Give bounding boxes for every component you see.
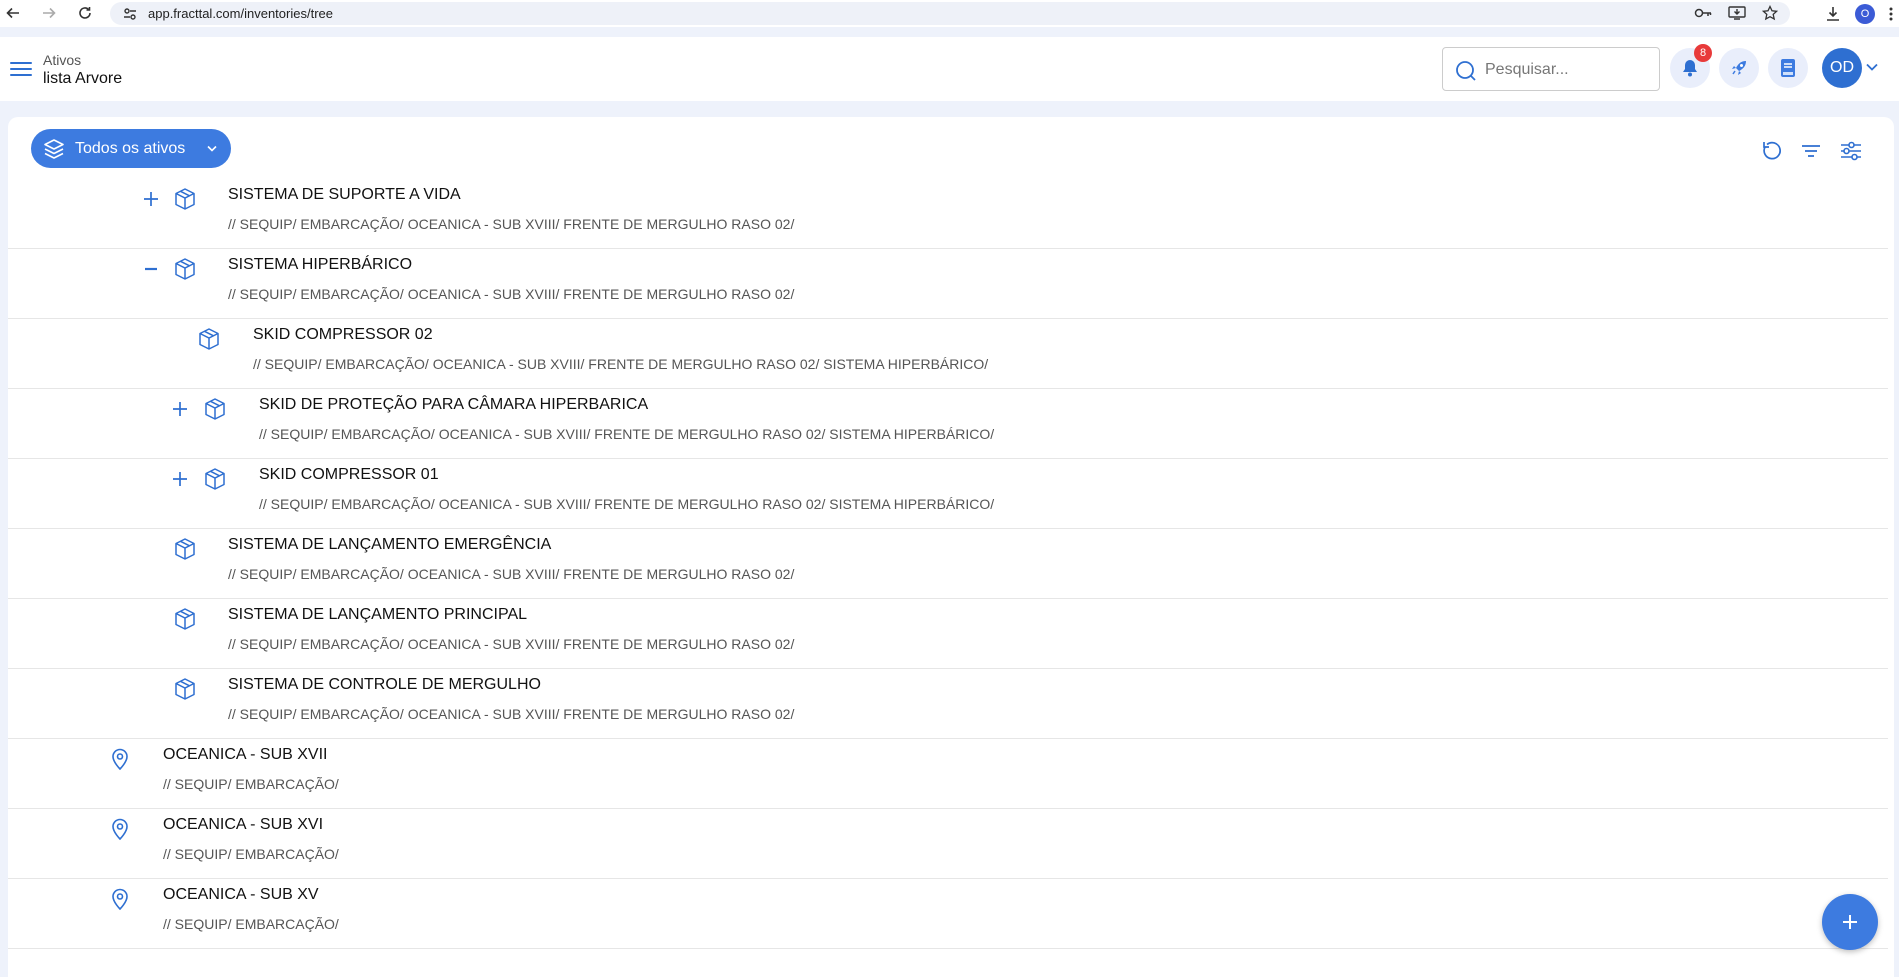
site-settings-icon[interactable] (122, 6, 138, 22)
tree-row[interactable]: OCEANICA - SUB XVII // SEQUIP/ EMBARCAÇÃO… (8, 739, 1888, 809)
tree-row-name: SKID COMPRESSOR 02 (253, 326, 433, 343)
tree-row[interactable]: SISTEMA DE SUPORTE A VIDA // SEQUIP/ EMBA… (8, 179, 1888, 249)
url-text: app.fracttal.com/inventories/tree (148, 6, 333, 21)
location-icon (108, 817, 132, 841)
chevron-down-icon[interactable] (1866, 63, 1878, 71)
tree-row-name: SKID COMPRESSOR 01 (259, 466, 439, 483)
expand-plus-icon[interactable] (141, 189, 161, 209)
tree-row-name: SISTEMA DE LANÇAMENTO EMERGÊNCIA (228, 536, 552, 553)
location-icon (108, 747, 132, 771)
menu-icon[interactable] (10, 59, 32, 79)
back-arrow-icon[interactable] (0, 0, 26, 26)
tree-row-name: OCEANICA - SUB XV (163, 886, 319, 903)
tree-row-path: // SEQUIP/ EMBARCAÇÃO/ OCEANICA - SUB XV… (259, 496, 995, 512)
tree-row[interactable]: SKID COMPRESSOR 01 // SEQUIP/ EMBARCAÇÃO/… (8, 459, 1888, 529)
asset-scope-label: Todos os ativos (75, 139, 186, 157)
rocket-icon (1732, 61, 1746, 75)
tree-row-path: // SEQUIP/ EMBARCAÇÃO/ (163, 916, 339, 932)
tree-row-name: OCEANICA - SUB XVI (163, 816, 324, 833)
tree-row-path: // SEQUIP/ EMBARCAÇÃO/ OCEANICA - SUB XV… (228, 706, 795, 722)
tree-row-path: // SEQUIP/ EMBARCAÇÃO/ (163, 846, 339, 862)
notifications-button[interactable]: 8 (1670, 44, 1712, 88)
install-app-icon[interactable] (1728, 5, 1746, 21)
key-icon[interactable] (1694, 5, 1712, 21)
collapse-minus-icon[interactable] (141, 259, 161, 279)
tree-row-path: // SEQUIP/ EMBARCAÇÃO/ OCEANICA - SUB XV… (228, 286, 795, 302)
tree-row-path: // SEQUIP/ EMBARCAÇÃO/ OCEANICA - SUB XV… (228, 566, 795, 582)
guide-button[interactable] (1768, 48, 1808, 88)
browser-toolbar: app.fracttal.com/inventories/tree O (0, 0, 1899, 27)
rocket-button[interactable] (1719, 48, 1759, 88)
box-icon (197, 327, 221, 351)
add-asset-button[interactable] (1822, 894, 1878, 950)
tree-row-path: // SEQUIP/ EMBARCAÇÃO/ OCEANICA - SUB XV… (253, 356, 989, 372)
box-icon (173, 677, 197, 701)
address-bar[interactable]: app.fracttal.com/inventories/tree (110, 2, 1790, 25)
tree-row-path: // SEQUIP/ EMBARCAÇÃO/ OCEANICA - SUB XV… (228, 216, 795, 232)
tree-row-name: SISTEMA DE SUPORTE A VIDA (228, 186, 461, 203)
asset-scope-dropdown[interactable]: Todos os ativos (31, 129, 231, 168)
location-icon (108, 887, 132, 911)
browser-menu-icon[interactable] (1889, 6, 1893, 22)
plus-icon (1843, 915, 1857, 929)
layers-icon (44, 138, 64, 159)
tree-row-name: SKID DE PROTEÇÃO PARA CÂMARA HIPERBARICA (259, 396, 649, 413)
search-input[interactable] (1483, 58, 1657, 82)
refresh-icon[interactable] (1758, 138, 1784, 164)
tree-row-name: SISTEMA DE LANÇAMENTO PRINCIPAL (228, 606, 528, 623)
tree-row[interactable]: SKID DE PROTEÇÃO PARA CÂMARA HIPERBARICA… (8, 389, 1888, 459)
chevron-down-icon (207, 145, 217, 152)
search-icon (1456, 61, 1476, 81)
tree-row[interactable]: SISTEMA DE LANÇAMENTO PRINCIPAL // SEQUIP… (8, 599, 1888, 669)
asset-tree: SISTEMA DE SUPORTE A VIDA // SEQUIP/ EMBA… (8, 179, 1888, 949)
browser-profile-avatar[interactable]: O (1855, 3, 1875, 24)
filter-icon[interactable] (1798, 138, 1824, 164)
box-icon (173, 257, 197, 281)
box-icon (203, 467, 227, 491)
bell-icon (1683, 60, 1697, 77)
tree-row[interactable]: SISTEMA DE LANÇAMENTO EMERGÊNCIA // SEQUI… (8, 529, 1888, 599)
tree-row-path: // SEQUIP/ EMBARCAÇÃO/ (163, 776, 339, 792)
tree-row[interactable]: SISTEMA DE CONTROLE DE MERGULHO // SEQUIP… (8, 669, 1888, 739)
tree-row-name: SISTEMA DE CONTROLE DE MERGULHO (228, 676, 541, 693)
tree-row[interactable]: SISTEMA HIPERBÁRICO // SEQUIP/ EMBARCAÇÃO… (8, 249, 1888, 319)
tree-row-name: OCEANICA - SUB XVII (163, 746, 328, 763)
tree-row-path: // SEQUIP/ EMBARCAÇÃO/ OCEANICA - SUB XV… (259, 426, 995, 442)
tree-row-path: // SEQUIP/ EMBARCAÇÃO/ OCEANICA - SUB XV… (228, 636, 795, 652)
expand-plus-icon[interactable] (170, 469, 190, 489)
book-icon (1781, 59, 1795, 77)
expand-plus-icon[interactable] (170, 399, 190, 419)
box-icon (203, 397, 227, 421)
box-icon (173, 537, 197, 561)
search-box[interactable] (1442, 47, 1660, 91)
app-header: Ativos lista Arvore 8 OD (0, 37, 1899, 101)
breadcrumb: Ativos (43, 52, 82, 68)
tree-row-name: SISTEMA HIPERBÁRICO (228, 256, 413, 273)
bookmark-star-icon[interactable] (1762, 5, 1778, 21)
box-icon (173, 187, 197, 211)
page-title: lista Arvore (43, 70, 123, 87)
download-icon[interactable] (1825, 6, 1841, 22)
tree-row[interactable]: OCEANICA - SUB XVI // SEQUIP/ EMBARCAÇÃO/ (8, 809, 1888, 879)
sliders-icon[interactable] (1838, 138, 1864, 164)
forward-arrow-icon[interactable] (36, 0, 62, 26)
box-icon (173, 607, 197, 631)
user-avatar[interactable]: OD (1822, 48, 1862, 88)
reload-icon[interactable] (72, 0, 98, 26)
tree-panel: Todos os ativos SISTEMA DE SUPORTE A VID… (8, 117, 1894, 977)
tree-row[interactable]: SKID COMPRESSOR 02 // SEQUIP/ EMBARCAÇÃO/… (8, 319, 1888, 389)
notifications-badge: 8 (1694, 44, 1712, 62)
tree-row[interactable]: OCEANICA - SUB XV // SEQUIP/ EMBARCAÇÃO/ (8, 879, 1888, 949)
